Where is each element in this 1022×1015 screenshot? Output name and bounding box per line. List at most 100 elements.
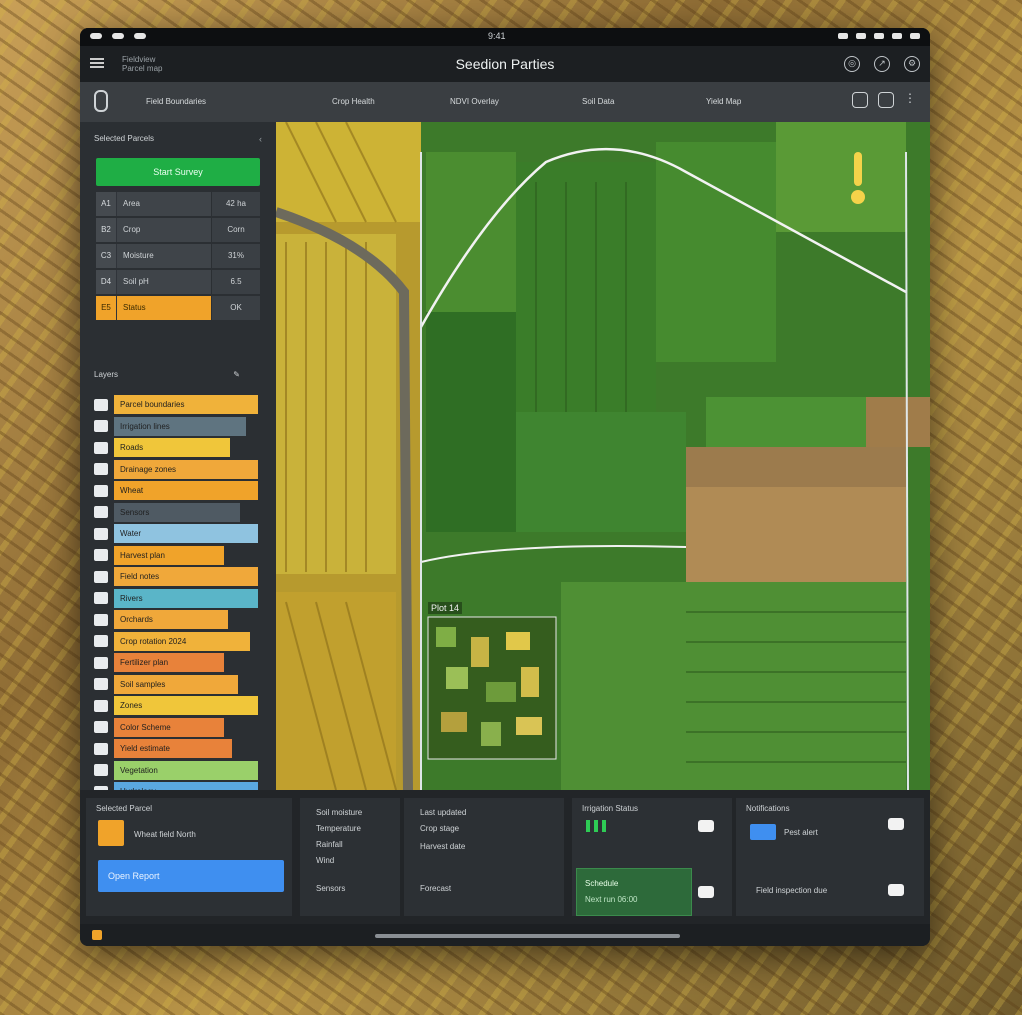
layer-checkbox[interactable] <box>94 721 108 734</box>
layer-checkbox[interactable] <box>94 463 108 476</box>
layer-item[interactable]: Rivers <box>94 588 262 610</box>
stat-key: D4 <box>96 270 117 294</box>
sensor-line: Soil moisture <box>316 808 363 817</box>
layer-label: Yield estimate <box>114 739 232 759</box>
layer-item[interactable]: Orchards <box>94 609 262 631</box>
status-indicator <box>594 820 598 832</box>
layer-checkbox[interactable] <box>94 570 108 583</box>
schedule-card[interactable]: Schedule Next run 06:00 <box>576 868 692 916</box>
forecast-footer[interactable]: Forecast <box>420 884 451 893</box>
layer-label: Color Scheme <box>114 717 224 737</box>
home-indicator[interactable] <box>375 934 680 938</box>
layer-checkbox[interactable] <box>94 742 108 755</box>
layer-item[interactable]: Parcel boundaries <box>94 394 262 416</box>
window-controls[interactable] <box>90 33 146 39</box>
collapse-icon[interactable]: ‹ <box>259 134 262 144</box>
settings-icon[interactable]: ⚙ <box>904 56 920 72</box>
notification-toggle-2[interactable] <box>888 884 904 896</box>
share-icon[interactable]: ↗ <box>874 56 890 72</box>
layer-checkbox[interactable] <box>94 549 108 562</box>
schedule-subtitle: Next run 06:00 <box>585 895 638 904</box>
schedule-toggle[interactable] <box>698 886 714 898</box>
layer-checkbox[interactable] <box>94 420 108 433</box>
forecast-line: Harvest date <box>420 842 466 851</box>
stat-row: C3 Moisture 31% <box>96 244 260 268</box>
layer-label: Orchards <box>114 610 228 630</box>
open-report-button[interactable]: Open Report <box>98 860 284 892</box>
globe-icon[interactable]: ◎ <box>844 56 860 72</box>
layer-item[interactable]: Field notes <box>94 566 262 588</box>
layers-header: Layers <box>94 370 119 379</box>
forecast-line: Crop stage <box>420 824 460 833</box>
layer-item[interactable]: Sensors <box>94 502 262 524</box>
app-title: Seedion Parties <box>455 56 555 72</box>
layer-item[interactable]: Roads <box>94 437 262 459</box>
forecast-line: Last updated <box>420 808 467 817</box>
layer-label: Vegetation <box>114 760 258 780</box>
map-pin-icon[interactable] <box>851 152 865 208</box>
layer-item[interactable]: Drainage zones <box>94 459 262 481</box>
plot-label[interactable]: Plot 14 <box>428 602 463 614</box>
toolbar-item-field-boundaries[interactable]: Field Boundaries <box>146 97 206 106</box>
stat-label: Status <box>117 296 211 320</box>
layer-item[interactable]: Zones <box>94 695 262 717</box>
notification-item[interactable]: Field inspection due <box>756 886 827 895</box>
layer-checkbox[interactable] <box>94 613 108 626</box>
layer-checkbox[interactable] <box>94 656 108 669</box>
status-bar: 9:41 <box>80 28 930 46</box>
sensor-line: Wind <box>316 856 335 865</box>
layer-checkbox[interactable] <box>94 484 108 497</box>
stat-row-highlight[interactable]: E5 Status OK <box>96 296 260 320</box>
layer-label: Crop rotation 2024 <box>114 631 250 651</box>
title-bar: Fieldview Parcel map Seedion Parties ◎ ↗… <box>80 46 930 82</box>
layer-checkbox[interactable] <box>94 592 108 605</box>
layer-item[interactable]: Fertilizer plan <box>94 652 262 674</box>
notification-item[interactable]: Pest alert <box>784 828 818 837</box>
location-icon[interactable] <box>94 90 108 112</box>
toolbar-item-crop-health[interactable]: Crop Health <box>332 97 375 106</box>
app-badge-icon[interactable] <box>92 930 102 940</box>
layer-item[interactable]: Yield estimate <box>94 738 262 760</box>
layers-icon[interactable] <box>852 92 868 108</box>
layer-item[interactable]: Irrigation lines <box>94 416 262 438</box>
sensor-line: Rainfall <box>316 840 343 849</box>
stat-label: Area <box>117 192 211 216</box>
more-icon[interactable]: ⋮ <box>904 92 920 108</box>
stat-value: Corn <box>211 218 260 242</box>
layer-checkbox[interactable] <box>94 506 108 519</box>
layer-item[interactable]: Color Scheme <box>94 717 262 739</box>
map-view[interactable]: Plot 14 <box>276 122 930 790</box>
layers-edit-icon[interactable]: ✎ <box>233 370 240 379</box>
camera-icon[interactable] <box>878 92 894 108</box>
layer-item[interactable]: Wheat <box>94 480 262 502</box>
sensor-card: Soil moisture Temperature Rainfall Wind … <box>300 798 400 916</box>
layer-checkbox[interactable] <box>94 678 108 691</box>
stat-key: B2 <box>96 218 117 242</box>
start-survey-button[interactable]: Start Survey <box>96 158 260 186</box>
layer-checkbox[interactable] <box>94 527 108 540</box>
layer-item[interactable]: Soil samples <box>94 674 262 696</box>
layer-item[interactable]: Harvest plan <box>94 545 262 567</box>
toolbar-item-soil[interactable]: Soil Data <box>582 97 614 106</box>
stat-row: D4 Soil pH 6.5 <box>96 270 260 294</box>
layer-item[interactable]: Crop rotation 2024 <box>94 631 262 653</box>
layer-checkbox[interactable] <box>94 699 108 712</box>
stat-label: Soil pH <box>117 270 211 294</box>
notification-toggle[interactable] <box>888 818 904 830</box>
layer-label: Wheat <box>114 481 258 501</box>
sidebar: Selected Parcels ‹ Start Survey A1 Area 42… <box>80 122 276 823</box>
layer-item[interactable]: Vegetation <box>94 760 262 782</box>
layer-label: Zones <box>114 696 258 716</box>
layer-checkbox[interactable] <box>94 635 108 648</box>
toolbar-item-ndvi[interactable]: NDVI Overlay <box>450 97 499 106</box>
toolbar-item-yield[interactable]: Yield Map <box>706 97 741 106</box>
stats-table: A1 Area 42 ha B2 Crop Corn C3 Moisture 31% D4 S… <box>96 192 260 320</box>
layer-checkbox[interactable] <box>94 398 108 411</box>
layer-item[interactable]: Water <box>94 523 262 545</box>
aerial-map <box>276 122 930 790</box>
irrigation-toggle[interactable] <box>698 820 714 832</box>
layer-label: Rivers <box>114 588 258 608</box>
sensor-footer[interactable]: Sensors <box>316 884 345 893</box>
layer-checkbox[interactable] <box>94 441 108 454</box>
layer-checkbox[interactable] <box>94 764 108 777</box>
